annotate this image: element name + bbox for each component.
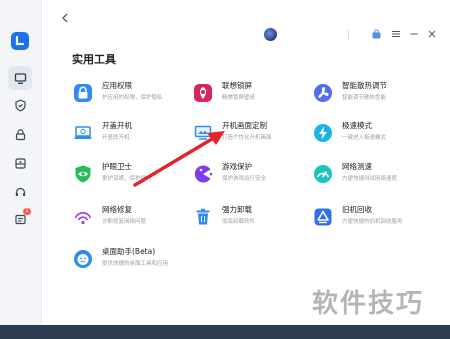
watermark: 软件技巧: [312, 289, 425, 319]
app-window: 1 实用工具 应用权限 护应用的权限，保护隐私 联想锁屏 精美锁屏壁纸 智能散热…: [0, 0, 450, 325]
annotation-arrow: [133, 131, 225, 187]
desktop-background-strip: [0, 325, 450, 339]
